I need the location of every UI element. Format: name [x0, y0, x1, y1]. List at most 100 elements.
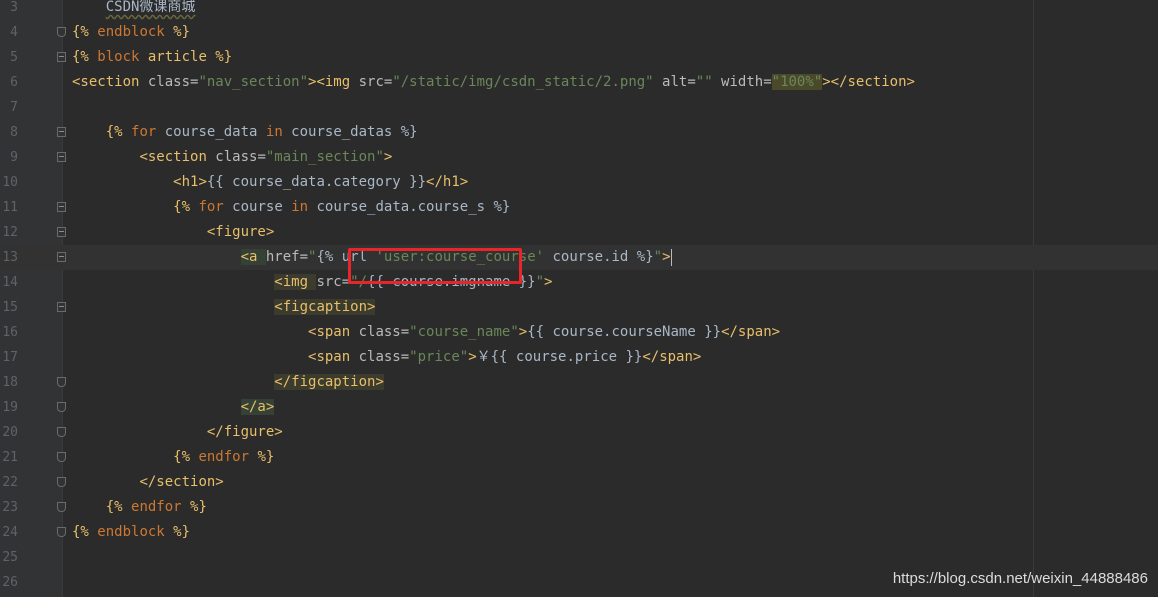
fold-end-icon[interactable]: [57, 377, 66, 387]
code-text: <section class="main_section">: [72, 145, 392, 170]
line-number: 17: [2, 350, 18, 365]
line-number: 20: [2, 425, 18, 440]
line-number: 15: [2, 300, 18, 315]
code-token: {%: [105, 124, 132, 140]
code-line[interactable]: 22 </section>: [0, 470, 1158, 495]
line-number: 22: [2, 475, 18, 490]
code-token: course_data.course_s %}: [308, 199, 511, 215]
code-line[interactable]: 23 {% endfor %}: [0, 495, 1158, 520]
line-number: 8: [10, 125, 18, 140]
fold-end-icon[interactable]: [57, 452, 66, 462]
fold-collapse-icon[interactable]: [57, 227, 66, 237]
code-editor[interactable]: 3 CSDN微课商城 4 {% endblock %} 5 {% block artic…: [0, 0, 1158, 597]
code-token: in: [265, 124, 283, 140]
fold-collapse-icon[interactable]: [57, 127, 66, 137]
code-line[interactable]: 18 </figcaption>: [0, 370, 1158, 395]
line-number: 7: [10, 100, 18, 115]
code-line[interactable]: 24 {% endblock %}: [0, 520, 1158, 545]
fold-collapse-icon[interactable]: [57, 52, 66, 62]
code-line[interactable]: 5 {% block article %}: [0, 45, 1158, 70]
code-token: for: [131, 124, 157, 140]
code-token: src=: [358, 74, 393, 90]
code-token: </figure>: [206, 424, 283, 440]
code-token: ": [653, 249, 663, 265]
line-number: 23: [2, 500, 18, 515]
code-token: >: [544, 274, 553, 290]
code-text: {% endblock %}: [72, 520, 190, 545]
code-token: <span: [308, 349, 359, 365]
line-number: 16: [2, 325, 18, 340]
line-number: 10: [2, 175, 18, 190]
code-line[interactable]: 15 <figcaption>: [0, 295, 1158, 320]
code-line[interactable]: 19 </a>: [0, 395, 1158, 420]
code-token: in: [291, 199, 309, 215]
code-token: ": [535, 274, 545, 290]
code-token: CSDN微课商城: [105, 0, 196, 15]
code-text: </figure>: [72, 420, 283, 445]
code-line[interactable]: 10 <h1>{{ course_data.category }}</h1>: [0, 170, 1158, 195]
code-token: "nav_section": [198, 74, 309, 90]
code-token: ￥{{ course.price }}: [476, 349, 643, 365]
code-line[interactable]: 3 CSDN微课商城: [0, 0, 1158, 20]
code-token: </span>: [721, 324, 781, 340]
fold-collapse-icon[interactable]: [57, 202, 66, 212]
code-line[interactable]: 17 <span class="price">￥{{ course.price …: [0, 345, 1158, 370]
fold-end-icon[interactable]: [57, 527, 66, 537]
line-number: 12: [2, 225, 18, 240]
line-number: 13: [2, 250, 18, 265]
code-line[interactable]: 8 {% for course_data in course_datas %}: [0, 120, 1158, 145]
code-line[interactable]: 20 </figure>: [0, 420, 1158, 445]
code-line[interactable]: 25: [0, 545, 1158, 570]
code-token: endfor: [131, 499, 182, 515]
fold-collapse-icon[interactable]: [57, 152, 66, 162]
code-text: {% endfor %}: [72, 495, 207, 520]
fold-collapse-icon[interactable]: [57, 302, 66, 312]
code-token: </span>: [642, 349, 702, 365]
line-number: 6: [10, 75, 18, 90]
code-token: </figcaption>: [274, 374, 384, 390]
code-line[interactable]: 11 {% for course in course_data.course_s…: [0, 195, 1158, 220]
fold-end-icon[interactable]: [57, 502, 66, 512]
code-line[interactable]: 12 <figure>: [0, 220, 1158, 245]
line-number: 19: [2, 400, 18, 415]
code-token: {%: [72, 24, 98, 40]
code-text: {% block article %}: [72, 45, 232, 70]
line-number: 26: [2, 575, 18, 590]
line-number: 25: [2, 550, 18, 565]
code-line[interactable]: 13 <a href="{% url 'user:course_course' …: [0, 245, 1158, 270]
code-text: CSDN微课商城: [72, 0, 196, 20]
text-caret: [670, 248, 672, 266]
code-text: </section>: [72, 470, 223, 495]
code-token: width=: [712, 74, 772, 90]
fold-end-icon[interactable]: [57, 402, 66, 412]
code-token: {%: [105, 499, 132, 515]
code-token: </h1>: [426, 174, 469, 190]
code-line[interactable]: 4 {% endblock %}: [0, 20, 1158, 45]
code-token: href=: [265, 249, 309, 265]
code-token: <a: [240, 249, 266, 265]
code-line[interactable]: 14 <img src="/{{ course.imgname }}">: [0, 270, 1158, 295]
code-line[interactable]: 21 {% endfor %}: [0, 445, 1158, 470]
code-token: {%: [173, 449, 199, 465]
fold-end-icon[interactable]: [57, 27, 66, 37]
code-token: ><img: [308, 74, 359, 90]
code-line[interactable]: 7: [0, 95, 1158, 120]
code-line[interactable]: 9 <section class="main_section">: [0, 145, 1158, 170]
fold-end-icon[interactable]: [57, 427, 66, 437]
code-token: for: [198, 199, 224, 215]
code-token: article %}: [139, 49, 233, 65]
code-token: course_datas %}: [282, 124, 418, 140]
code-token: {%: [72, 524, 98, 540]
fold-end-icon[interactable]: [57, 477, 66, 487]
code-line[interactable]: 6 <section class="nav_section"><img src="…: [0, 70, 1158, 95]
fold-collapse-icon[interactable]: [57, 252, 66, 262]
code-line[interactable]: 16 <span class="course_name">{{ course.c…: [0, 320, 1158, 345]
code-token: "main_section": [265, 149, 384, 165]
line-number: 11: [2, 200, 18, 215]
code-token: <figcaption>: [274, 299, 376, 315]
